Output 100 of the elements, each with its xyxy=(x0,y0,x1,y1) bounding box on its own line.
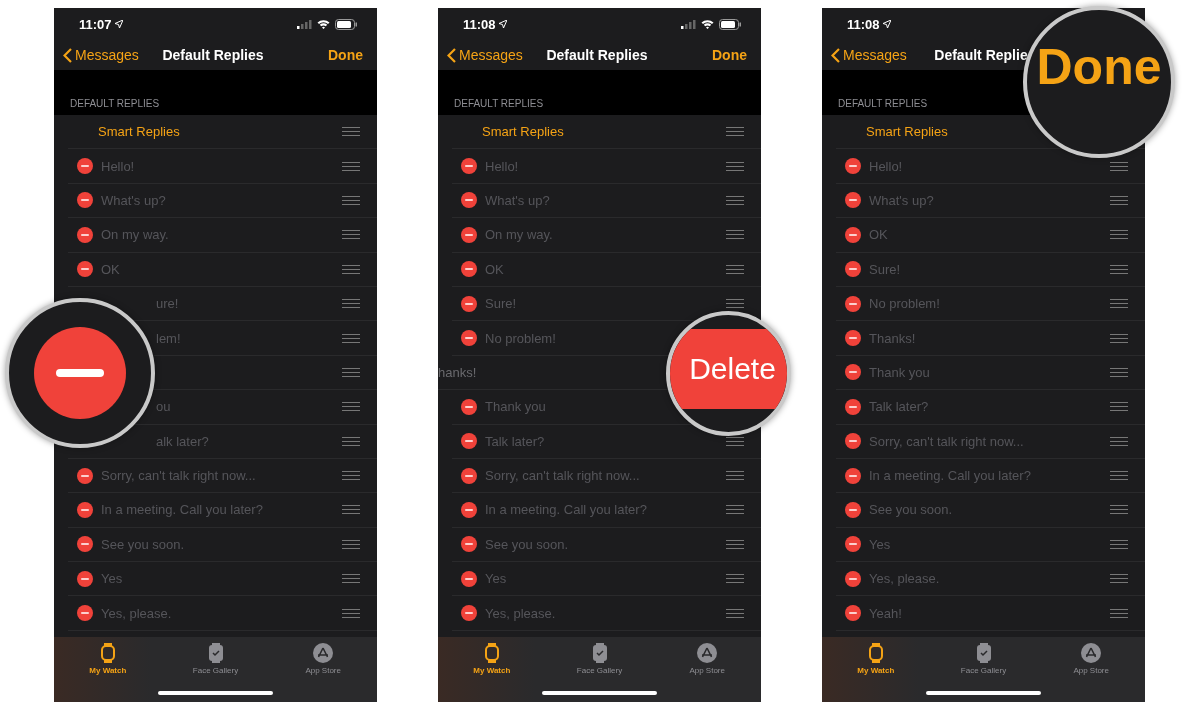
minus-icon[interactable] xyxy=(461,467,477,484)
minus-icon[interactable] xyxy=(77,570,93,587)
minus-icon[interactable] xyxy=(461,398,477,415)
drag-handle-icon[interactable] xyxy=(726,127,744,137)
minus-icon[interactable] xyxy=(77,467,93,484)
drag-handle-icon[interactable] xyxy=(1110,574,1128,584)
back-button[interactable]: Messages xyxy=(63,47,139,63)
drag-handle-icon[interactable] xyxy=(1110,161,1128,171)
minus-icon[interactable] xyxy=(461,226,477,243)
minus-icon[interactable] xyxy=(845,364,861,381)
minus-icon[interactable] xyxy=(461,502,477,518)
back-button[interactable]: Messages xyxy=(447,47,523,63)
minus-icon[interactable] xyxy=(77,536,93,553)
minus-icon[interactable] xyxy=(845,433,861,450)
drag-handle-icon[interactable] xyxy=(726,539,744,549)
drag-handle-icon[interactable] xyxy=(1110,367,1128,377)
tab[interactable]: App Store xyxy=(1037,643,1145,675)
minus-icon[interactable] xyxy=(461,605,477,622)
minus-icon[interactable] xyxy=(461,433,477,450)
tab[interactable]: Face Gallery xyxy=(545,643,654,675)
minus-icon[interactable] xyxy=(461,295,477,312)
chevron-left-icon xyxy=(447,47,456,63)
drag-handle-icon[interactable] xyxy=(342,230,360,240)
minus-icon[interactable] xyxy=(845,570,861,587)
minus-icon[interactable] xyxy=(461,158,477,175)
drag-handle-icon[interactable] xyxy=(726,608,744,618)
drag-handle-icon[interactable] xyxy=(1110,230,1128,240)
smart-replies-link[interactable]: Smart Replies xyxy=(98,124,180,140)
minus-icon[interactable] xyxy=(461,570,477,587)
drag-handle-icon[interactable] xyxy=(1110,505,1128,515)
minus-icon[interactable] xyxy=(77,502,93,518)
tab[interactable]: Face Gallery xyxy=(929,643,1038,675)
minus-icon[interactable] xyxy=(77,226,93,243)
drag-handle-icon[interactable] xyxy=(342,299,360,309)
minus-icon[interactable] xyxy=(845,502,861,518)
drag-handle-icon[interactable] xyxy=(726,230,744,240)
minus-icon[interactable] xyxy=(461,330,477,347)
drag-handle-icon[interactable] xyxy=(1110,333,1128,343)
drag-handle-icon[interactable] xyxy=(726,574,744,584)
drag-handle-icon[interactable] xyxy=(1110,608,1128,618)
delete-button[interactable]: Delete xyxy=(670,329,787,409)
drag-handle-icon[interactable] xyxy=(342,471,360,481)
drag-handle-icon[interactable] xyxy=(726,505,744,515)
minus-icon[interactable] xyxy=(77,261,93,278)
minus-icon[interactable] xyxy=(845,261,861,278)
tab[interactable]: Face Gallery xyxy=(161,643,270,675)
drag-handle-icon[interactable] xyxy=(342,574,360,584)
drag-handle-icon[interactable] xyxy=(726,471,744,481)
drag-handle-icon[interactable] xyxy=(1110,299,1128,309)
drag-handle-icon[interactable] xyxy=(342,333,360,343)
drag-handle-icon[interactable] xyxy=(1110,195,1128,205)
smart-replies-link[interactable]: Smart Replies xyxy=(866,124,948,140)
minus-icon[interactable] xyxy=(845,398,861,415)
drag-handle-icon[interactable] xyxy=(1110,436,1128,446)
drag-handle-icon[interactable] xyxy=(342,195,360,205)
drag-handle-icon[interactable] xyxy=(342,264,360,274)
drag-handle-icon[interactable] xyxy=(342,367,360,377)
tab[interactable]: App Store xyxy=(653,643,761,675)
reply-text: Hello! xyxy=(485,158,520,174)
back-button[interactable]: Messages xyxy=(831,47,907,63)
drag-handle-icon[interactable] xyxy=(342,505,360,515)
minus-icon[interactable] xyxy=(845,158,861,175)
minus-icon[interactable] xyxy=(461,536,477,553)
minus-icon[interactable] xyxy=(845,536,861,553)
smart-replies-link[interactable]: Smart Replies xyxy=(482,124,564,140)
minus-icon[interactable] xyxy=(845,295,861,312)
tab[interactable]: My Watch xyxy=(822,643,930,675)
drag-handle-icon[interactable] xyxy=(1110,471,1128,481)
minus-icon[interactable] xyxy=(77,605,93,622)
tab[interactable]: My Watch xyxy=(54,643,162,675)
drag-handle-icon[interactable] xyxy=(342,539,360,549)
drag-handle-icon[interactable] xyxy=(726,161,744,171)
minus-icon[interactable] xyxy=(845,192,861,209)
drag-handle-icon[interactable] xyxy=(726,195,744,205)
tab[interactable]: App Store xyxy=(269,643,377,675)
drag-handle-icon[interactable] xyxy=(342,127,360,137)
minus-icon[interactable] xyxy=(461,261,477,278)
minus-icon[interactable] xyxy=(845,467,861,484)
drag-handle-icon[interactable] xyxy=(342,608,360,618)
drag-handle-icon[interactable] xyxy=(342,402,360,412)
minus-icon[interactable] xyxy=(77,192,93,209)
minus-icon[interactable] xyxy=(845,226,861,243)
done-button[interactable]: Done xyxy=(1036,38,1162,96)
minus-icon[interactable] xyxy=(845,330,861,347)
drag-handle-icon[interactable] xyxy=(1110,402,1128,412)
reply-text: Talk later? xyxy=(485,433,546,449)
drag-handle-icon[interactable] xyxy=(342,436,360,446)
drag-handle-icon[interactable] xyxy=(342,161,360,171)
drag-handle-icon[interactable] xyxy=(726,299,744,309)
done-button[interactable]: Done xyxy=(328,47,363,63)
section-header: DEFAULT REPLIES xyxy=(70,98,160,109)
drag-handle-icon[interactable] xyxy=(726,436,744,446)
drag-handle-icon[interactable] xyxy=(1110,264,1128,274)
drag-handle-icon[interactable] xyxy=(726,264,744,274)
drag-handle-icon[interactable] xyxy=(1110,539,1128,549)
minus-icon[interactable] xyxy=(77,158,93,175)
minus-icon[interactable] xyxy=(845,605,861,622)
minus-icon[interactable] xyxy=(461,192,477,209)
done-button[interactable]: Done xyxy=(712,47,747,63)
tab[interactable]: My Watch xyxy=(438,643,546,675)
